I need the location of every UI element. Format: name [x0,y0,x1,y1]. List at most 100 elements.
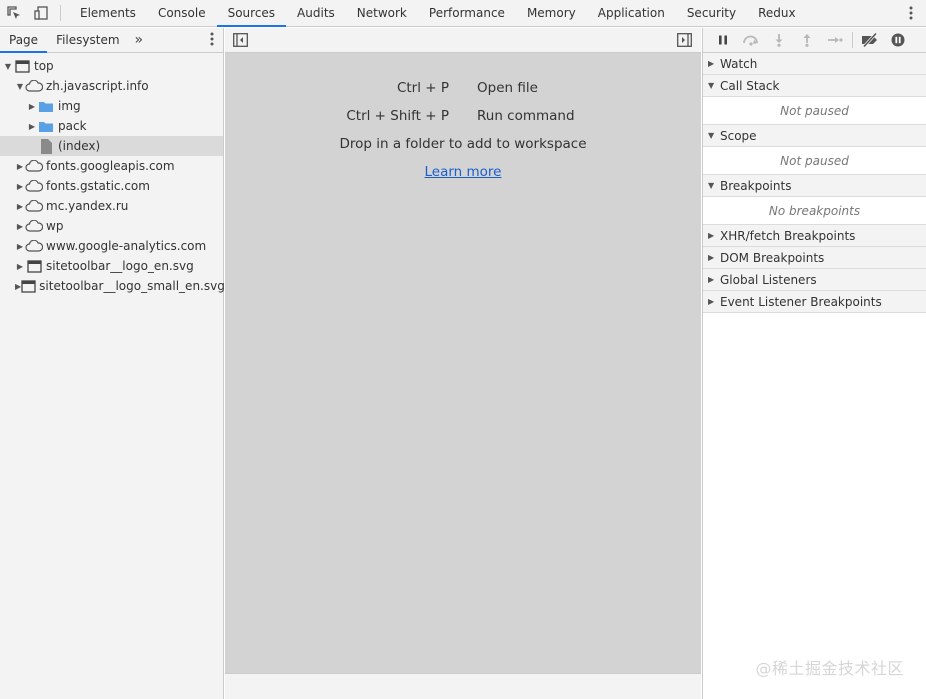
expand-down-icon[interactable]: ▼ [15,82,25,91]
expand-right-icon[interactable]: ▶ [15,202,25,211]
pane-scope[interactable]: ▼ Scope [703,125,926,147]
cloud-icon [25,198,43,214]
tree-item-label: mc.yandex.ru [46,199,129,213]
navigator-menu-icon[interactable] [210,32,214,49]
pane-breakpoints[interactable]: ▼ Breakpoints [703,175,926,197]
tab-security[interactable]: Security [676,0,747,26]
tree-item-label: zh.javascript.info [46,79,149,93]
expand-right-icon[interactable]: ▶ [15,242,25,251]
tree-item-domain[interactable]: ▶ fonts.gstatic.com [0,176,223,196]
step-out-icon[interactable] [793,28,821,53]
expand-down-icon[interactable]: ▼ [3,62,13,71]
folder-icon [37,98,55,114]
expand-right-icon[interactable]: ▶ [708,231,720,240]
cloud-icon [25,158,43,174]
shortcut-keys-open-file: Ctrl + P [396,80,449,96]
tree-item-label: top [34,59,54,73]
pane-title: Global Listeners [720,272,817,287]
folder-icon [37,118,55,134]
pane-dom-breakpoints[interactable]: ▶ DOM Breakpoints [703,247,926,269]
expand-right-icon[interactable]: ▶ [27,122,37,131]
tree-item-frame[interactable]: ▶ sitetoolbar__logo_en.svg [0,256,223,276]
breakpoints-status: No breakpoints [703,197,926,225]
tree-item-file[interactable]: (index) [0,136,223,156]
toolbar-divider [60,5,61,21]
tree-item-label: www.google-analytics.com [46,239,207,253]
step-into-icon[interactable] [765,28,793,53]
tab-performance[interactable]: Performance [418,0,516,26]
deactivate-breakpoints-icon[interactable] [856,28,884,53]
debugger-sidebar: ▶ Watch ▼ Call Stack Not paused ▼ Scope Not… [702,28,926,699]
pause-on-exceptions-icon[interactable] [884,28,912,53]
tab-memory[interactable]: Memory [516,0,587,26]
scope-status: Not paused [703,147,926,175]
expand-right-icon[interactable]: ▶ [15,222,25,231]
cloud-icon [25,178,43,194]
shortcut-action-open-file: Open file [477,80,538,96]
learn-more-label[interactable]: Learn more [425,164,502,180]
tree-item-domain[interactable]: ▶ fonts.googleapis.com [0,156,223,176]
devtools-toolbar: Elements Console Sources Audits Network … [0,0,926,27]
tree-item-label: (index) [58,139,101,153]
tab-filesystem[interactable]: Filesystem [47,28,128,52]
tab-application[interactable]: Application [587,0,676,26]
toolbar-divider [852,32,853,48]
expand-down-icon[interactable]: ▼ [708,81,720,90]
tab-elements[interactable]: Elements [69,0,147,26]
debugger-toolbar [703,28,926,53]
expand-right-icon[interactable]: ▶ [708,59,720,68]
inspect-element-icon[interactable] [0,0,27,26]
expand-down-icon[interactable]: ▼ [708,181,720,190]
tree-item-folder[interactable]: ▶ pack [0,116,223,136]
expand-right-icon[interactable]: ▶ [15,162,25,171]
expand-right-icon[interactable]: ▶ [708,297,720,306]
device-toolbar-icon[interactable] [27,0,54,26]
more-options-icon[interactable] [904,4,918,22]
tab-audits[interactable]: Audits [286,0,346,26]
step-over-icon[interactable] [737,28,765,53]
frame-icon [25,258,43,274]
editor-status-bar [225,673,701,699]
tab-page[interactable]: Page [0,28,48,53]
tab-sources[interactable]: Sources [216,0,287,27]
tree-item-domain[interactable]: ▶ mc.yandex.ru [0,196,223,216]
tree-item-domain[interactable]: ▶ wp [0,216,223,236]
pane-event-listener-breakpoints[interactable]: ▶ Event Listener Breakpoints [703,291,926,313]
tab-network[interactable]: Network [346,0,418,26]
tab-redux[interactable]: Redux [747,0,807,26]
tree-item-label: pack [58,119,87,133]
tree-item-domain[interactable]: ▶ www.google-analytics.com [0,236,223,256]
expand-right-icon[interactable]: ▶ [27,102,37,111]
tree-item-folder[interactable]: ▶ img [0,96,223,116]
frame-icon [21,278,36,294]
expand-right-icon[interactable]: ▶ [708,253,720,262]
tree-item-top[interactable]: ▼ top [0,56,223,76]
pane-watch[interactable]: ▶ Watch [703,53,926,75]
cloud-icon [25,238,43,254]
pane-title: Event Listener Breakpoints [720,294,882,309]
expand-right-icon[interactable]: ▶ [15,182,25,191]
tree-item-domain[interactable]: ▼ zh.javascript.info [0,76,223,96]
pane-xhr-breakpoints[interactable]: ▶ XHR/fetch Breakpoints [703,225,926,247]
tree-item-frame[interactable]: ▶ sitetoolbar__logo_small_en.svg [0,276,225,296]
drop-folder-hint: Drop in a folder to add to workspace [339,136,587,152]
pane-call-stack[interactable]: ▼ Call Stack [703,75,926,97]
toggle-debugger-icon[interactable] [677,33,692,50]
shortcut-action-run-command: Run command [477,108,575,124]
expand-right-icon[interactable]: ▶ [15,262,25,271]
learn-more-link[interactable]: Learn more [225,164,701,180]
navigator-panel: Page Filesystem » ▼ top ▼ zh.javascript.… [0,28,225,699]
pane-title: Breakpoints [720,178,792,193]
toggle-navigator-icon[interactable] [233,33,248,50]
tab-console[interactable]: Console [147,0,217,26]
step-icon[interactable] [821,28,849,53]
pane-title: XHR/fetch Breakpoints [720,228,856,243]
pause-icon[interactable] [709,28,737,53]
navigator-tabs: Page Filesystem » [0,28,223,53]
editor-area: Ctrl + P Open file Ctrl + Shift + P Run … [225,28,701,699]
expand-right-icon[interactable]: ▶ [708,275,720,284]
more-tabs-chevron-icon[interactable]: » [129,28,150,52]
pane-global-listeners[interactable]: ▶ Global Listeners [703,269,926,291]
expand-down-icon[interactable]: ▼ [708,131,720,140]
pane-title: Scope [720,128,757,143]
